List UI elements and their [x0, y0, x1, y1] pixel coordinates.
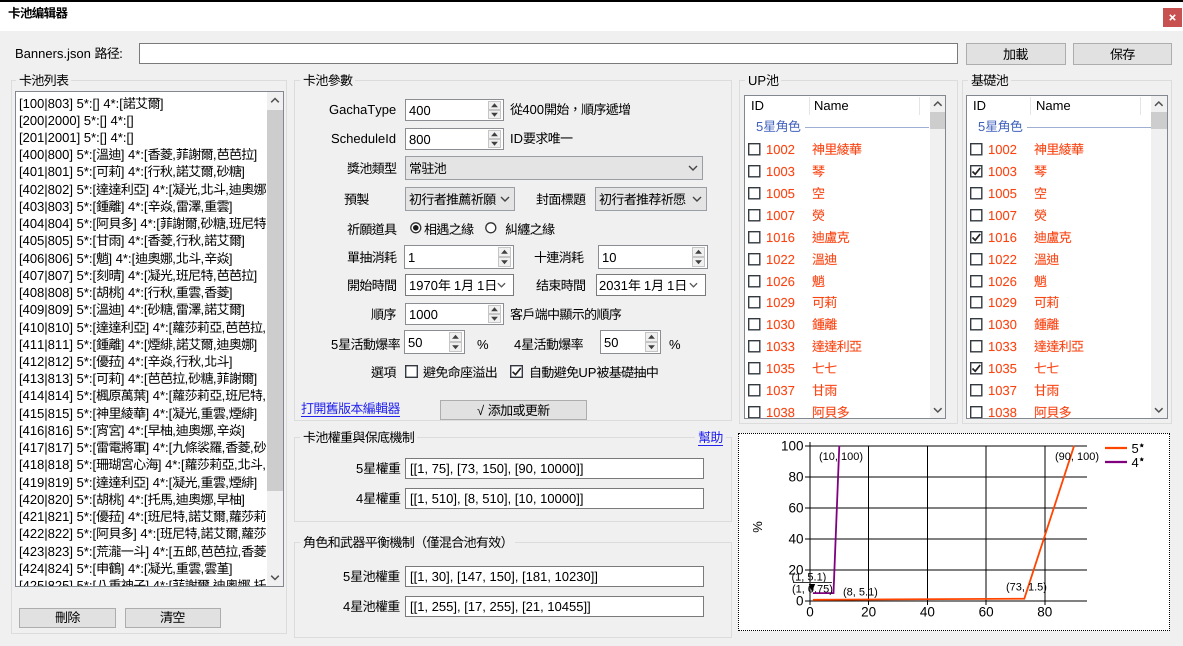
- svg-text:60: 60: [788, 501, 803, 516]
- svg-text:(90, 100): (90, 100): [1055, 451, 1099, 463]
- svg-text:(10, 100): (10, 100): [819, 451, 863, 463]
- svg-text:(1, 5.1): (1, 5.1): [792, 571, 827, 583]
- svg-text:40: 40: [920, 605, 935, 620]
- svg-text:%: %: [750, 521, 765, 533]
- svg-text:5: 5: [1132, 441, 1139, 456]
- svg-text:4: 4: [1132, 455, 1139, 470]
- svg-text:20: 20: [861, 605, 876, 620]
- svg-text:80: 80: [1037, 605, 1052, 620]
- svg-text:0: 0: [806, 605, 814, 620]
- svg-text:60: 60: [979, 605, 994, 620]
- svg-text:0: 0: [796, 594, 804, 609]
- svg-text:(73, 1.5): (73, 1.5): [1006, 582, 1047, 594]
- svg-text:40: 40: [788, 532, 803, 547]
- svg-text:(8, 5.1): (8, 5.1): [843, 587, 878, 599]
- svg-text:80: 80: [788, 470, 803, 485]
- svg-text:100: 100: [781, 438, 804, 453]
